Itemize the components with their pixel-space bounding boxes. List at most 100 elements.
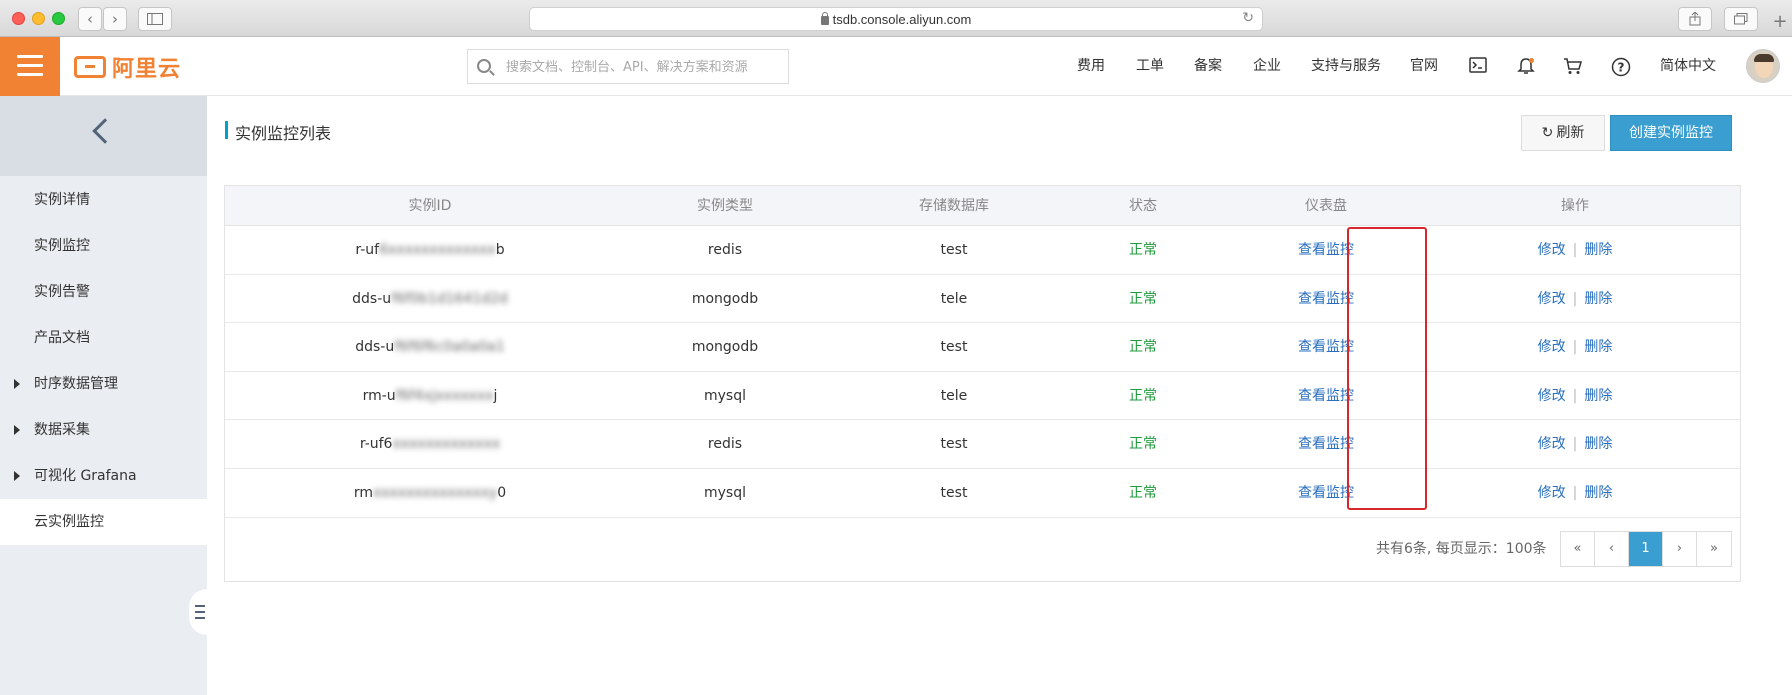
share-icon: [1689, 11, 1701, 26]
nav-official-site[interactable]: 官网: [1410, 37, 1438, 96]
actions-cell: 修改 | 删除: [1459, 226, 1691, 274]
view-monitor-link[interactable]: 查看监控: [1298, 485, 1354, 501]
actions-cell: 修改 | 删除: [1459, 372, 1691, 420]
delete-link[interactable]: 删除: [1584, 388, 1612, 404]
column-header-dashboard: 仪表盘: [1305, 198, 1347, 214]
caret-right-icon: [14, 425, 20, 435]
dashboard-cell: 查看监控: [1193, 275, 1459, 323]
pagination-summary: 共有6条, 每页显示：100条: [1376, 541, 1547, 557]
terminal-icon[interactable]: [1468, 57, 1488, 77]
sidebar-item-timeseries-data[interactable]: 时序数据管理: [0, 361, 207, 407]
delete-link[interactable]: 删除: [1584, 242, 1612, 258]
back-button[interactable]: ‹: [78, 7, 102, 31]
instance-id: rm-uf6f4xjxxxxxxxj: [362, 387, 498, 404]
sidebar-item-label: 产品文档: [34, 330, 90, 346]
view-monitor-link[interactable]: 查看监控: [1298, 436, 1354, 452]
status-text: 正常: [1129, 290, 1157, 307]
page-number-button[interactable]: 1: [1629, 532, 1663, 566]
divider: |: [1572, 339, 1578, 356]
storage-db: tele: [940, 387, 968, 404]
sidebar-item-label: 云实例监控: [34, 514, 104, 530]
reload-icon[interactable]: ↻: [1242, 10, 1254, 26]
delete-link[interactable]: 删除: [1584, 485, 1612, 501]
divider: |: [1572, 242, 1578, 258]
edit-link[interactable]: 修改: [1538, 388, 1566, 404]
nav-filing[interactable]: 备案: [1194, 37, 1222, 96]
close-window-button[interactable]: [12, 12, 25, 25]
minimize-window-button[interactable]: [32, 12, 45, 25]
instance-type: mongodb: [691, 290, 759, 307]
share-button[interactable]: [1678, 7, 1712, 31]
search-input[interactable]: [506, 56, 776, 78]
edit-link[interactable]: 修改: [1538, 339, 1566, 355]
zoom-window-button[interactable]: [52, 12, 65, 25]
first-page-button[interactable]: «: [1561, 532, 1595, 566]
sidebar-item-instance-alerts[interactable]: 实例告警: [0, 269, 207, 315]
view-monitor-link[interactable]: 查看监控: [1298, 388, 1354, 404]
sidebar-collapse-toggle[interactable]: [189, 589, 207, 635]
edit-link[interactable]: 修改: [1538, 291, 1566, 307]
actions-cell: 修改 | 删除: [1459, 275, 1691, 323]
sidebar-item-instance-monitoring[interactable]: 实例监控: [0, 223, 207, 269]
last-page-button[interactable]: »: [1697, 532, 1731, 566]
url-text: tsdb.console.aliyun.com: [832, 12, 972, 27]
status-text: 正常: [1129, 339, 1157, 356]
help-icon[interactable]: ?: [1611, 57, 1631, 77]
edit-link[interactable]: 修改: [1538, 242, 1566, 258]
delete-link[interactable]: 删除: [1584, 291, 1612, 307]
new-tab-button[interactable]: +: [1770, 12, 1790, 34]
table-row: rmxxxxxxxxxxxxxxy0 mysql test 正常 查看监控 修改…: [225, 469, 1740, 518]
cart-icon[interactable]: [1563, 57, 1583, 77]
column-header-instance-id: 实例ID: [408, 198, 452, 214]
sidebar-item-product-docs[interactable]: 产品文档: [0, 315, 207, 361]
nav-enterprise[interactable]: 企业: [1253, 37, 1281, 96]
sidebar-item-data-collection[interactable]: 数据采集: [0, 407, 207, 453]
search-box[interactable]: [467, 49, 789, 84]
collapse-icon: [195, 605, 205, 607]
nav-fees[interactable]: 费用: [1077, 37, 1105, 96]
sidebar-item-grafana[interactable]: 可视化 Grafana: [0, 453, 207, 499]
delete-link[interactable]: 删除: [1584, 436, 1612, 452]
title-accent-bar: [225, 121, 228, 139]
storage-db: test: [940, 339, 968, 356]
nav-tickets[interactable]: 工单: [1136, 37, 1164, 96]
avatar[interactable]: [1746, 49, 1780, 83]
sidebar-item-cloud-instance-monitoring[interactable]: 云实例监控: [0, 499, 207, 545]
table-header: 实例ID 实例类型 存储数据库 状态 仪表盘 操作: [225, 186, 1740, 226]
prev-page-button[interactable]: ‹: [1595, 532, 1629, 566]
tabs-icon: [1734, 13, 1748, 25]
create-monitor-button[interactable]: 创建实例监控: [1610, 115, 1732, 151]
sidebar-item-label: 实例监控: [34, 238, 90, 254]
view-monitor-link[interactable]: 查看监控: [1298, 291, 1354, 307]
actions-cell: 修改 | 删除: [1459, 469, 1691, 517]
dashboard-cell: 查看监控: [1193, 323, 1459, 371]
edit-link[interactable]: 修改: [1538, 485, 1566, 501]
caret-right-icon: [14, 471, 20, 481]
sidebar-toggle-button[interactable]: [138, 7, 172, 31]
bell-icon[interactable]: [1516, 57, 1536, 77]
view-monitor-link[interactable]: 查看监控: [1298, 242, 1354, 258]
next-page-button[interactable]: ›: [1663, 532, 1697, 566]
sidebar-item-instance-details[interactable]: 实例详情: [0, 177, 207, 223]
sidebar-item-label: 实例详情: [34, 192, 90, 208]
sidebar-back-button[interactable]: [0, 96, 207, 176]
storage-db: test: [940, 436, 968, 453]
refresh-button[interactable]: ↻ 刷新: [1521, 115, 1605, 151]
forward-button[interactable]: ›: [103, 7, 127, 31]
menu-button[interactable]: [0, 37, 60, 96]
edit-link[interactable]: 修改: [1538, 436, 1566, 452]
chevron-left-icon: [92, 118, 118, 144]
tabs-overview-button[interactable]: [1724, 7, 1758, 31]
monitor-table: 实例ID 实例类型 存储数据库 状态 仪表盘 操作 r-uf6xxxxxxxxx…: [224, 185, 1741, 582]
aliyun-logo[interactable]: 阿里云: [74, 53, 181, 82]
nav-support[interactable]: 支持与服务: [1311, 37, 1381, 96]
divider: |: [1572, 485, 1578, 501]
table-row: r-uf6xxxxxxxxxxxxx redis test 正常 查看监控 修改…: [225, 420, 1740, 469]
status-text: 正常: [1129, 436, 1157, 453]
view-monitor-link[interactable]: 查看监控: [1298, 339, 1354, 355]
instance-id: r-uf6xxxxxxxxxxxxxb: [355, 242, 505, 258]
delete-link[interactable]: 删除: [1584, 339, 1612, 355]
language-selector[interactable]: 简体中文: [1660, 37, 1716, 96]
address-bar[interactable]: tsdb.console.aliyun.com ↻: [529, 7, 1263, 31]
pagination: « ‹ 1 › »: [1560, 531, 1732, 567]
